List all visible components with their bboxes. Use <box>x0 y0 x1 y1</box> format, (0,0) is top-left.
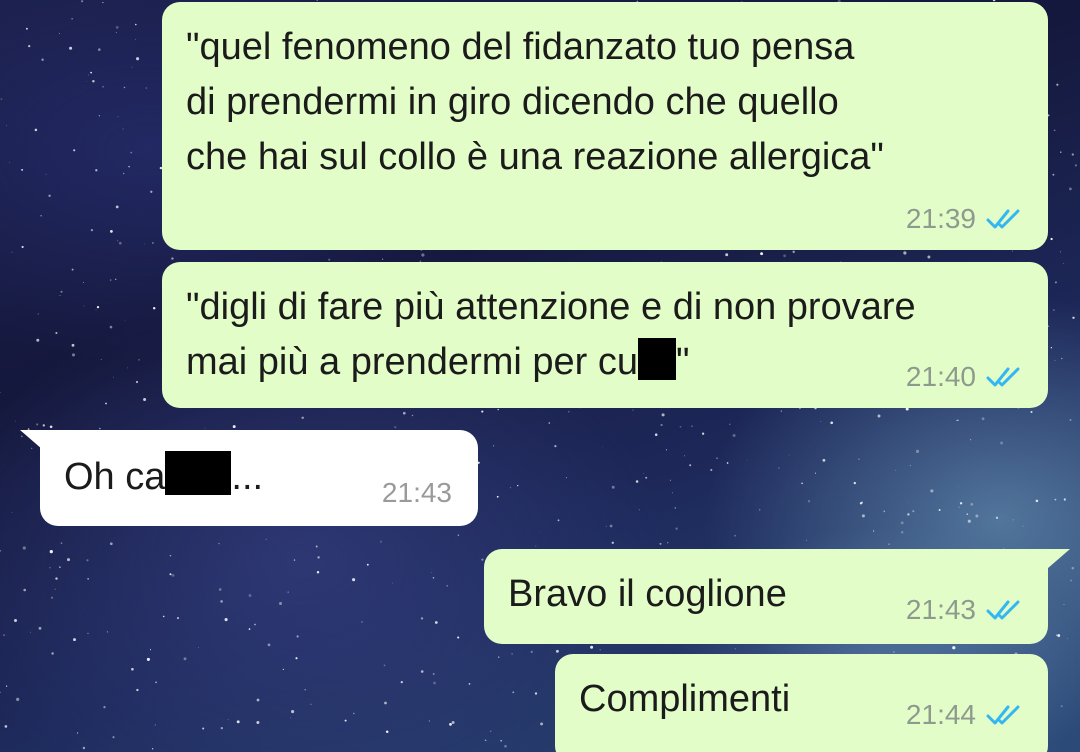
message-text-fragment: mai più a prendermi per cu <box>186 341 638 383</box>
message-bubble-received[interactable]: Oh ca... 21:43 <box>40 430 478 526</box>
message-bubble-sent[interactable]: "digli di fare più attenzione e di non p… <box>162 262 1048 408</box>
message-text-line: che hai sul collo è una reazione allergi… <box>186 136 884 178</box>
message-bubble-sent[interactable]: Bravo il coglione 21:43 <box>484 549 1048 644</box>
double-check-icon <box>986 367 1020 387</box>
double-check-icon <box>986 209 1020 229</box>
redaction-bar <box>165 451 232 495</box>
message-text-line: mai più a prendermi per cu " <box>186 335 690 390</box>
message-meta: 21:43 <box>382 477 452 509</box>
message-text-fragment: Oh ca <box>64 456 166 498</box>
message-timestamp: 21:43 <box>381 477 452 508</box>
message-text-line: Bravo il coglione <box>508 573 787 615</box>
message-bubble-sent[interactable]: "quel fenomeno del fidanzato tuo pensa d… <box>162 2 1048 250</box>
message-timestamp: 21:44 <box>905 699 976 730</box>
message-text-fragment: ... <box>231 456 264 498</box>
message-meta: 21:39 <box>906 203 1022 235</box>
message-meta: 21:40 <box>906 361 1022 393</box>
message-text-fragment: " <box>676 341 690 383</box>
message-timestamp: 21:39 <box>905 203 976 234</box>
message-text-line: di prendermi in giro dicendo che quello <box>186 81 839 123</box>
message-meta: 21:43 <box>906 594 1022 626</box>
double-check-icon <box>986 600 1020 620</box>
double-check-icon <box>986 705 1020 725</box>
message-bubble-sent[interactable]: Complimenti 21:44 <box>555 654 1048 752</box>
message-timestamp: 21:40 <box>905 361 976 392</box>
message-text-line: Oh ca... <box>64 450 263 505</box>
message-timestamp: 21:43 <box>905 594 976 625</box>
redaction-bar <box>638 338 676 380</box>
message-meta: 21:44 <box>906 699 1022 731</box>
message-text-line: "digli di fare più attenzione e di non p… <box>186 286 916 328</box>
message-text-line: "quel fenomeno del fidanzato tuo pensa <box>186 26 855 68</box>
message-text-line: Complimenti <box>579 678 791 720</box>
